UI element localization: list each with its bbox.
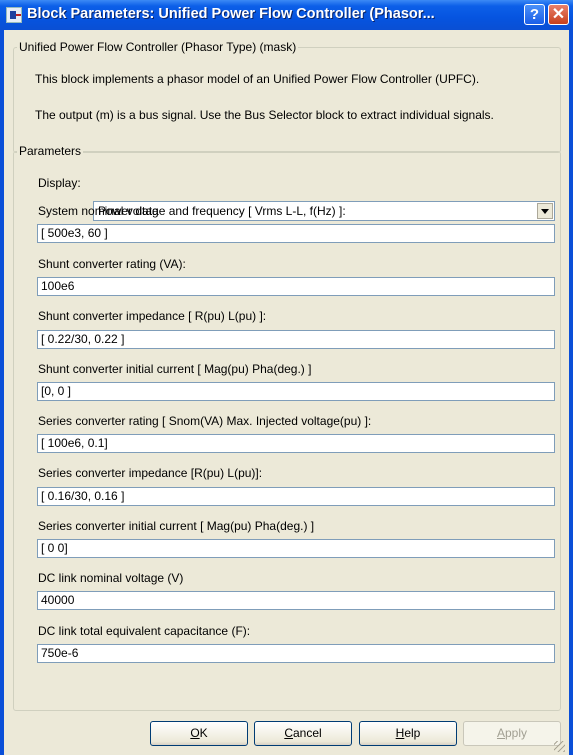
- close-button[interactable]: ✕: [548, 4, 569, 25]
- apply-button-hotkey: A: [496, 726, 505, 740]
- dc-link-voltage-field[interactable]: 40000: [37, 591, 555, 610]
- dialog-window: Block Parameters: Unified Power Flow Con…: [0, 0, 573, 755]
- cancel-button[interactable]: Cancel: [254, 721, 352, 746]
- mask-group-label: Unified Power Flow Controller (Phasor Ty…: [17, 40, 299, 54]
- shunt-converter-impedance-label: Shunt converter impedance [ R(pu) L(pu) …: [38, 309, 267, 323]
- mask-description-line-1: This block implements a phasor model of …: [35, 72, 480, 86]
- help-button-label: elp: [404, 726, 421, 740]
- series-converter-impedance-label: Series converter impedance [R(pu) L(pu)]…: [38, 466, 263, 480]
- cancel-button-hotkey: C: [284, 726, 293, 740]
- mask-description-line-2: The output (m) is a bus signal. Use the …: [35, 108, 494, 122]
- dc-link-capacitance-label: DC link total equivalent capacitance (F)…: [38, 624, 251, 638]
- series-converter-rating-label: Series converter rating [ Snom(VA) Max. …: [38, 414, 372, 428]
- apply-button-label: pply: [505, 726, 528, 740]
- series-converter-impedance-field[interactable]: [ 0.16/30, 0.16 ]: [37, 487, 555, 506]
- window-title: Block Parameters: Unified Power Flow Con…: [27, 6, 435, 22]
- shunt-converter-rating-field[interactable]: 100e6: [37, 277, 555, 296]
- shunt-converter-rating-label: Shunt converter rating (VA):: [38, 257, 186, 271]
- title-bar[interactable]: Block Parameters: Unified Power Flow Con…: [0, 0, 573, 30]
- chevron-down-icon[interactable]: [537, 203, 553, 219]
- ok-button[interactable]: OK: [150, 721, 248, 746]
- apply-button[interactable]: Apply: [463, 721, 561, 746]
- series-converter-rating-field[interactable]: [ 100e6, 0.1]: [37, 434, 555, 453]
- help-title-button[interactable]: ?: [524, 4, 545, 25]
- series-initial-current-field[interactable]: [ 0 0]: [37, 539, 555, 558]
- simulink-block-icon: [6, 7, 22, 23]
- series-initial-current-label: Series converter initial current [ Mag(p…: [38, 519, 315, 533]
- ok-button-label: K: [199, 726, 208, 740]
- mask-description-group: [13, 47, 561, 153]
- close-icon: ✕: [551, 6, 566, 23]
- help-button[interactable]: Help: [359, 721, 457, 746]
- question-mark-icon: ?: [529, 6, 540, 23]
- ok-button-hotkey: O: [190, 726, 200, 740]
- shunt-converter-impedance-field[interactable]: [ 0.22/30, 0.22 ]: [37, 330, 555, 349]
- dc-link-capacitance-field[interactable]: 750e-6: [37, 644, 555, 663]
- parameters-group-label: Parameters: [17, 144, 84, 158]
- display-label: Display:: [38, 176, 81, 190]
- dialog-client-area: Unified Power Flow Controller (Phasor Ty…: [4, 30, 569, 755]
- shunt-initial-current-field[interactable]: [0, 0 ]: [37, 382, 555, 401]
- shunt-initial-current-label: Shunt converter initial current [ Mag(pu…: [38, 362, 312, 376]
- resize-grip[interactable]: [554, 741, 565, 752]
- system-nominal-voltage-field[interactable]: [ 500e3, 60 ]: [37, 224, 555, 243]
- cancel-button-label: ancel: [292, 726, 322, 740]
- dc-link-voltage-label: DC link nominal voltage (V): [38, 571, 184, 585]
- system-nominal-voltage-label: System nominal voltage and frequency [ V…: [38, 204, 346, 218]
